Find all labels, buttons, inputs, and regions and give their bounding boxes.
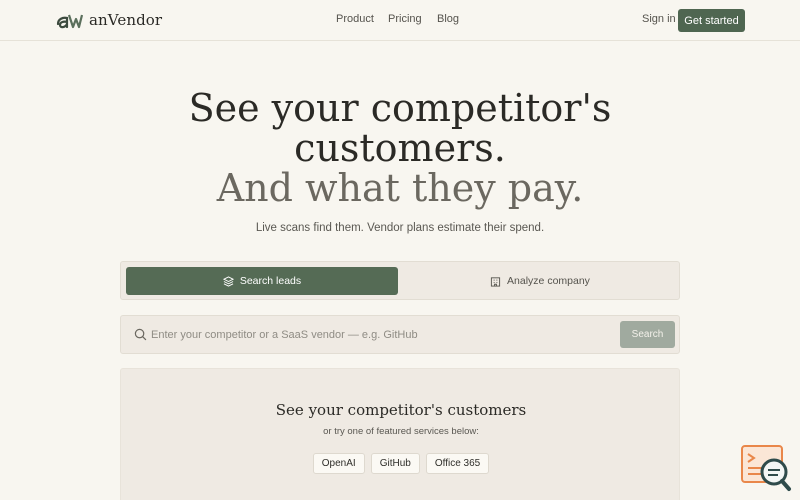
layers-icon <box>222 275 234 287</box>
get-started-button[interactable]: Get started <box>678 9 745 32</box>
brand-name: anVendor <box>89 11 163 29</box>
analyze-company-tab[interactable]: Analyze company <box>404 267 676 295</box>
featured-title: See your competitor's customers <box>275 401 527 419</box>
hero-tagline: Live scans find them. Vendor plans estim… <box>255 222 545 234</box>
chat-search-icon[interactable] <box>740 444 792 492</box>
search-bar: Search <box>120 315 680 354</box>
search-button[interactable]: Search <box>620 321 675 348</box>
chip-openai[interactable]: OpenAI <box>312 453 365 474</box>
featured-panel: See your competitor's customers or try o… <box>120 368 680 500</box>
hero-title-line2: customers. <box>294 126 506 170</box>
chip-github[interactable]: GitHub <box>370 453 420 474</box>
hero-title-line1: See your competitor's <box>188 86 612 130</box>
building-icon <box>490 276 501 287</box>
sign-in-link[interactable]: Sign in <box>642 13 676 25</box>
hero-title: See your competitor's customers. And wha… <box>0 88 800 208</box>
top-nav: anVendor Product Pricing Blog Sign in Ge… <box>0 0 800 41</box>
featured-subtitle: or try one of featured services below: <box>323 426 479 437</box>
hero-title-line3: And what they pay. <box>216 166 584 210</box>
nav-blog[interactable]: Blog <box>437 13 459 25</box>
brand-logo-icon <box>56 14 83 29</box>
brand-logo[interactable]: anVendor <box>55 9 162 31</box>
search-leads-label: Search leads <box>239 275 302 287</box>
featured-chips: OpenAI GitHub Office 365 <box>121 453 681 474</box>
chip-office-365[interactable]: Office 365 <box>425 453 490 474</box>
search-leads-tab[interactable]: Search leads <box>126 267 398 295</box>
search-input[interactable] <box>151 324 611 346</box>
search-icon <box>134 328 147 341</box>
nav-product[interactable]: Product <box>336 13 374 25</box>
mode-switch: Search leads Analyze company <box>120 261 680 300</box>
analyze-company-label: Analyze company <box>507 275 590 287</box>
nav-pricing[interactable]: Pricing <box>388 13 422 25</box>
